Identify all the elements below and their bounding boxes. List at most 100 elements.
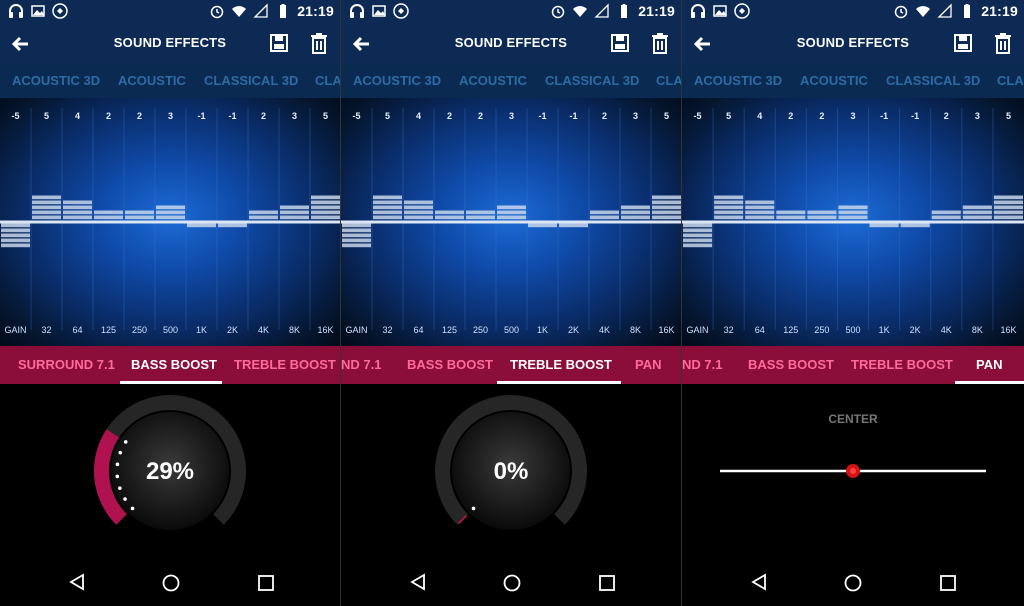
- eq-bar-segment: [404, 215, 433, 220]
- eq-bar-segment: [156, 205, 185, 210]
- tab-treble-boost[interactable]: TREBLE BOOST: [234, 357, 336, 372]
- preset-item[interactable]: ACOUSTIC: [800, 73, 868, 88]
- preset-item[interactable]: CLA: [997, 73, 1024, 88]
- trash-icon[interactable]: [992, 31, 1014, 55]
- eq-band-frequency: 500: [845, 325, 860, 335]
- trash-icon[interactable]: [308, 31, 330, 55]
- preset-item[interactable]: CLASSICAL 3D: [204, 73, 298, 88]
- headphones-icon: [9, 4, 23, 18]
- eq-band-value: 5: [1006, 111, 1011, 121]
- nav-recents-icon[interactable]: [940, 575, 956, 591]
- tab-surround[interactable]: ND 7.1: [341, 357, 381, 372]
- eq-band-value: -1: [911, 111, 919, 121]
- save-icon[interactable]: [268, 32, 290, 54]
- tab-pan[interactable]: PAN: [635, 357, 661, 372]
- eq-bar-segment: [683, 223, 713, 228]
- eq-bar-segment: [683, 238, 713, 243]
- eq-bar-segment: [404, 200, 433, 205]
- eq-bar-segment: [94, 215, 123, 220]
- eq-bar-segment: [125, 210, 154, 215]
- equalizer-graph[interactable]: -5 GAIN 5 32 4 64 2 125 2 250 3 500 -1 1K -1 2K 2 4K 3 8K 5 1…: [682, 98, 1024, 346]
- battery-icon: [621, 4, 628, 18]
- eq-bar-segment: [435, 215, 464, 220]
- wifi-icon: [916, 6, 931, 17]
- eq-bar-segment: [373, 215, 402, 220]
- bass-boost-content: 29%: [0, 384, 340, 548]
- nav-bar: [341, 548, 681, 606]
- equalizer[interactable]: -5 GAIN 5 32 4 64 2 125 2 250 3 500 -1 1K -1 2K 2 4K 3 8K 5 1…: [682, 98, 1024, 346]
- eq-bar-segment: [683, 228, 713, 233]
- eq-bar-segment: [993, 215, 1023, 220]
- eq-bar-segment: [311, 210, 340, 215]
- knob-value: 29%: [145, 458, 195, 485]
- tab-pan[interactable]: PAN: [976, 357, 1002, 372]
- eq-bar-segment: [962, 205, 992, 210]
- equalizer-graph[interactable]: -5 GAIN 5 32 4 64 2 125 2 250 3 500 -1 1K -1 2K 2 4K 3 8K 5 1…: [0, 98, 341, 346]
- tab-bass-boost[interactable]: BASS BOOST: [131, 357, 217, 372]
- clock: 21:19: [981, 3, 1018, 19]
- tab-surround[interactable]: ND 7.1: [682, 357, 722, 372]
- trash-icon[interactable]: [649, 31, 671, 55]
- tab-surround[interactable]: SURROUND 7.1: [18, 357, 115, 372]
- preset-strip[interactable]: ACOUSTIC 3D ACOUSTIC CLASSICAL 3D CLA: [0, 64, 340, 98]
- effect-tabs: ND 7.1 BASS BOOST TREBLE BOOST PAN: [682, 346, 1024, 384]
- preset-item[interactable]: CLA: [315, 73, 340, 88]
- battery-icon: [280, 4, 287, 18]
- eq-bar-segment: [931, 215, 961, 220]
- eq-bar-segment: [404, 205, 433, 210]
- eq-bar-segment: [652, 215, 681, 220]
- eq-band-value: 5: [664, 111, 669, 121]
- signal-icon: [937, 3, 952, 18]
- eq-bar-segment: [1, 243, 30, 248]
- nav-back-icon[interactable]: [750, 573, 768, 591]
- preset-strip[interactable]: ACOUSTIC 3D ACOUSTIC CLASSICAL 3D CLA: [341, 64, 681, 98]
- eq-bar-segment: [714, 210, 744, 215]
- preset-item[interactable]: CLASSICAL 3D: [545, 73, 639, 88]
- eq-band-frequency: 16K: [658, 325, 674, 335]
- eq-bar-segment: [652, 195, 681, 200]
- eq-bar-segment: [1, 238, 30, 243]
- eq-band-value: 3: [850, 111, 855, 121]
- preset-item[interactable]: ACOUSTIC 3D: [353, 73, 441, 88]
- eq-band-value: 3: [292, 111, 297, 121]
- clock: 21:19: [638, 3, 675, 19]
- preset-strip[interactable]: ACOUSTIC 3D ACOUSTIC CLASSICAL 3D CLA: [682, 64, 1024, 98]
- pan-slider[interactable]: [682, 384, 1024, 548]
- equalizer[interactable]: -5 GAIN 5 32 4 64 2 125 2 250 3 500 -1 1K -1 2K 2 4K 3 8K 5 1…: [341, 98, 681, 346]
- equalizer[interactable]: -5 GAIN 5 32 4 64 2 125 2 250 3 500 -1 1K -1 2K 2 4K 3 8K 5 1…: [0, 98, 340, 346]
- tab-bass-boost[interactable]: BASS BOOST: [748, 357, 834, 372]
- tab-treble-boost[interactable]: TREBLE BOOST: [510, 357, 612, 372]
- eq-bar-segment: [776, 215, 806, 220]
- eq-band-frequency: 250: [473, 325, 488, 335]
- eq-bar-segment: [373, 200, 402, 205]
- eq-bar-segment: [218, 223, 247, 228]
- save-icon[interactable]: [609, 32, 631, 54]
- eq-band-value: -5: [352, 111, 360, 121]
- nav-recents-icon[interactable]: [599, 575, 615, 591]
- eq-bar-segment: [342, 243, 371, 248]
- image-icon: [31, 5, 45, 17]
- save-icon[interactable]: [952, 32, 974, 54]
- nav-home-icon[interactable]: [162, 574, 180, 592]
- eq-bar-segment: [745, 200, 775, 205]
- eq-bar-segment: [621, 205, 650, 210]
- nav-bar: [0, 548, 340, 606]
- eq-baseline: [0, 220, 340, 224]
- preset-item[interactable]: CLASSICAL 3D: [886, 73, 980, 88]
- preset-item[interactable]: ACOUSTIC 3D: [694, 73, 782, 88]
- eq-bar-segment: [745, 210, 775, 215]
- eq-bar-segment: [32, 215, 61, 220]
- preset-item[interactable]: ACOUSTIC: [459, 73, 527, 88]
- preset-item[interactable]: CLA: [656, 73, 681, 88]
- nav-home-icon[interactable]: [503, 574, 521, 592]
- nav-back-icon[interactable]: [68, 573, 86, 591]
- preset-item[interactable]: ACOUSTIC: [118, 73, 186, 88]
- preset-item[interactable]: ACOUSTIC 3D: [12, 73, 100, 88]
- equalizer-graph[interactable]: -5 GAIN 5 32 4 64 2 125 2 250 3 500 -1 1K -1 2K 2 4K 3 8K 5 1…: [341, 98, 682, 346]
- nav-back-icon[interactable]: [409, 573, 427, 591]
- nav-home-icon[interactable]: [844, 574, 862, 592]
- tab-bass-boost[interactable]: BASS BOOST: [407, 357, 493, 372]
- tab-treble-boost[interactable]: TREBLE BOOST: [851, 357, 953, 372]
- nav-recents-icon[interactable]: [258, 575, 274, 591]
- eq-band-frequency: 4K: [258, 325, 269, 335]
